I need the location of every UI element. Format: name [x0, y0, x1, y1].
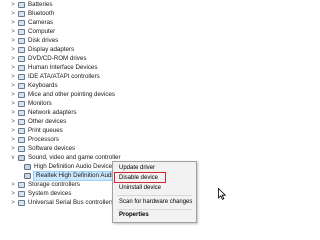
system-device-icon [18, 191, 25, 197]
tree-item-label: Processors [28, 136, 59, 143]
tree-item-network-adapters[interactable]: > Network adapters [10, 109, 77, 117]
hid-icon [18, 65, 25, 71]
display-adapter-icon [18, 47, 25, 53]
other-device-icon [18, 119, 25, 125]
tree-item-mice[interactable]: > Mice and other pointing devices [10, 91, 115, 99]
tree-item-batteries[interactable]: > Batteries [10, 1, 52, 9]
tree-item-cameras[interactable]: > Cameras [10, 19, 53, 27]
chevron-right-icon[interactable]: > [10, 1, 16, 9]
tree-item-label: Keyboards [28, 82, 58, 89]
tree-item-display-adapters[interactable]: > Display adapters [10, 46, 74, 54]
tree-item-print-queues[interactable]: > Print queues [10, 127, 63, 135]
chevron-right-icon[interactable]: > [10, 145, 16, 153]
tree-item-other-devices[interactable]: > Other devices [10, 118, 66, 126]
tree-item-realtek-hd-audio[interactable]: Realtek High Definition Audio [24, 171, 120, 181]
software-device-icon [18, 146, 25, 152]
tree-item-label: Sound, video and game controller [28, 154, 121, 161]
chevron-right-icon[interactable]: > [10, 136, 16, 144]
chevron-right-icon[interactable]: > [10, 46, 16, 54]
ide-controller-icon [18, 74, 25, 80]
disk-drive-icon [18, 38, 25, 44]
tree-item-label: Realtek High Definition Audio [32, 171, 120, 181]
menu-item-scan-hardware[interactable]: Scan for hardware changes [113, 198, 196, 207]
tree-item-sound-video-game[interactable]: v Sound, video and game controller [10, 154, 121, 162]
speaker-icon [24, 173, 31, 179]
chevron-right-icon[interactable]: > [10, 181, 16, 189]
chevron-right-icon[interactable]: > [10, 91, 16, 99]
tree-item-label: Display adapters [28, 46, 75, 53]
menu-separator [117, 209, 192, 210]
chevron-right-icon[interactable]: > [10, 28, 16, 36]
tree-item-keyboards[interactable]: > Keyboards [10, 82, 58, 90]
tree-item-label: Universal Serial Bus controllers [28, 199, 114, 206]
tree-item-label: IDE ATA/ATAPI controllers [28, 73, 100, 80]
tree-item-label: Disk drives [28, 37, 59, 44]
tree-item-label: Mice and other pointing devices [28, 91, 116, 98]
tree-item-label: Human Interface Devices [28, 64, 98, 71]
tree-item-label: Cameras [28, 19, 54, 26]
printer-icon [18, 128, 25, 134]
mouse-icon [18, 92, 25, 98]
tree-item-label: Bluetooth [28, 10, 55, 17]
highlight-box [114, 172, 166, 183]
chevron-right-icon[interactable]: > [10, 127, 16, 135]
speaker-icon [18, 155, 25, 161]
tree-item-storage-controllers[interactable]: > Storage controllers [10, 181, 80, 189]
chevron-right-icon[interactable]: > [10, 118, 16, 126]
tree-item-human-interface-devices[interactable]: > Human Interface Devices [10, 64, 97, 72]
chevron-down-icon[interactable]: v [10, 154, 16, 162]
chevron-right-icon[interactable]: > [10, 109, 16, 117]
tree-item-processors[interactable]: > Processors [10, 136, 59, 144]
tree-item-label: Print queues [28, 127, 63, 134]
usb-icon [18, 200, 25, 206]
battery-icon [18, 2, 25, 8]
tree-item-label: Batteries [28, 1, 53, 8]
chevron-right-icon[interactable]: > [10, 190, 16, 198]
context-menu: Update driver Disable device Uninstall d… [112, 161, 197, 223]
chevron-right-icon[interactable]: > [10, 82, 16, 90]
tree-item-software-devices[interactable]: > Software devices [10, 145, 75, 153]
tree-item-label: Storage controllers [28, 181, 80, 188]
monitor-icon [18, 101, 25, 107]
dvd-drive-icon [18, 56, 25, 62]
tree-item-label: System devices [28, 190, 72, 197]
tree-item-usb-controllers[interactable]: > Universal Serial Bus controllers [10, 199, 114, 207]
menu-item-uninstall-device[interactable]: Uninstall device [113, 184, 196, 193]
tree-item-label: Other devices [28, 118, 67, 125]
tree-item-monitors[interactable]: > Monitors [10, 100, 52, 108]
tree-item-bluetooth[interactable]: > Bluetooth [10, 10, 54, 18]
tree-item-label: High Definition Audio Device [34, 163, 113, 170]
tree-item-label: DVD/CD-ROM drives [28, 55, 87, 62]
tree-item-ide-controllers[interactable]: > IDE ATA/ATAPI controllers [10, 73, 100, 81]
tree-item-dvd-drives[interactable]: > DVD/CD-ROM drives [10, 55, 86, 63]
computer-icon [18, 29, 25, 35]
chevron-right-icon[interactable]: > [10, 19, 16, 27]
tree-item-label: Monitors [28, 100, 52, 107]
chevron-right-icon[interactable]: > [10, 64, 16, 72]
menu-item-properties[interactable]: Properties [113, 211, 196, 220]
bluetooth-icon [18, 11, 25, 17]
camera-icon [18, 20, 25, 26]
chevron-right-icon[interactable]: > [10, 10, 16, 18]
network-adapter-icon [18, 110, 25, 116]
tree-item-computer[interactable]: > Computer [10, 28, 55, 36]
keyboard-icon [18, 83, 25, 89]
speaker-icon [24, 164, 31, 170]
tree-item-disk-drives[interactable]: > Disk drives [10, 37, 58, 45]
tree-item-label: Network adapters [28, 109, 77, 116]
chevron-right-icon[interactable]: > [10, 55, 16, 63]
mouse-cursor-icon [218, 188, 226, 200]
tree-item-label: Computer [28, 28, 56, 35]
chevron-right-icon[interactable]: > [10, 73, 16, 81]
chevron-right-icon[interactable]: > [10, 199, 16, 207]
menu-separator [117, 195, 192, 196]
chevron-right-icon[interactable]: > [10, 37, 16, 45]
tree-item-label: Software devices [28, 145, 76, 152]
storage-controller-icon [18, 182, 25, 188]
chevron-right-icon[interactable]: > [10, 100, 16, 108]
tree-item-hd-audio-device[interactable]: High Definition Audio Device [24, 163, 112, 171]
processor-icon [18, 137, 25, 143]
tree-item-system-devices[interactable]: > System devices [10, 190, 71, 198]
